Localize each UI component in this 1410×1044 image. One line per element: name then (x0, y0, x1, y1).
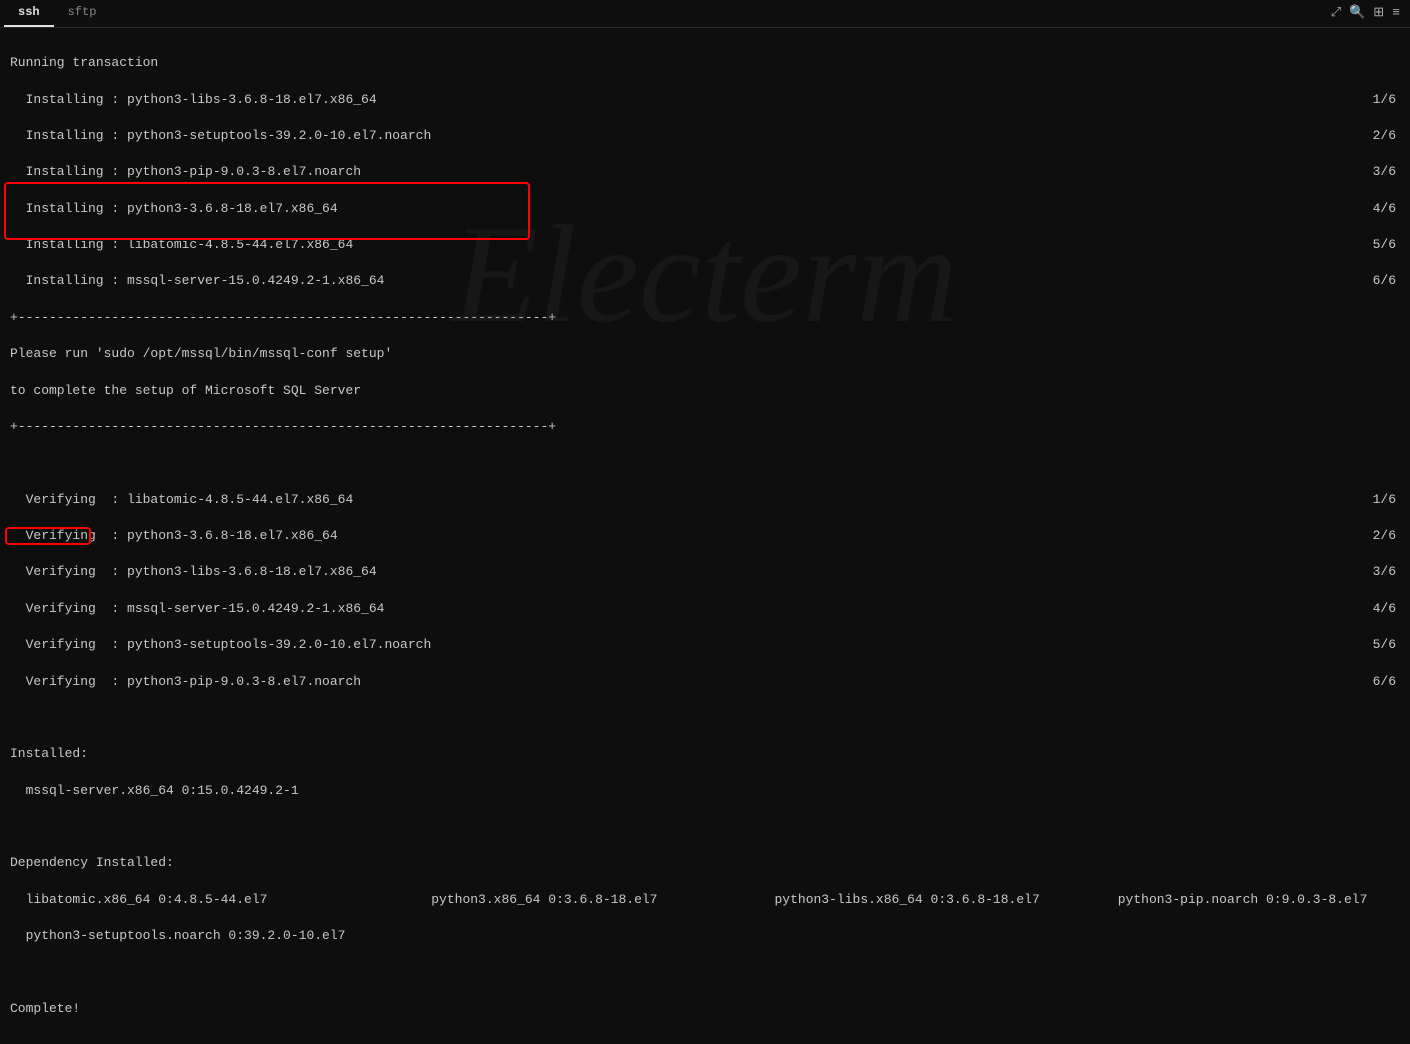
text-line: Running transaction (10, 54, 1400, 72)
tabs: ssh sftp (4, 0, 110, 27)
install-line: Installing : python3-setuptools-39.2.0-1… (10, 127, 1400, 145)
blank-line (10, 709, 1400, 727)
verify-line: Verifying : python3-pip-9.0.3-8.el7.noar… (10, 673, 1400, 691)
rule-line: +---------------------------------------… (10, 418, 1400, 436)
rule-line: +---------------------------------------… (10, 309, 1400, 327)
layout-grid-icon[interactable]: ⊞ (1373, 4, 1384, 22)
install-line: Installing : mssql-server-15.0.4249.2-1.… (10, 272, 1400, 290)
install-line: Installing : python3-3.6.8-18.el7.x86_64… (10, 200, 1400, 218)
install-line: Installing : python3-pip-9.0.3-8.el7.noa… (10, 163, 1400, 181)
blank-line (10, 454, 1400, 472)
tab-sftp[interactable]: sftp (54, 0, 111, 27)
complete-line: Complete! (10, 1000, 1400, 1018)
verify-line: Verifying : mssql-server-15.0.4249.2-1.x… (10, 600, 1400, 618)
tab-bar: ssh sftp ⤢ 🔍 ⊞ ≡ (0, 0, 1410, 28)
blank-line (10, 818, 1400, 836)
fullscreen-icon[interactable]: ⤢ (1331, 4, 1341, 22)
tab-ssh[interactable]: ssh (4, 0, 54, 27)
dep-row: libatomic.x86_64 0:4.8.5-44.el7python3.x… (10, 891, 1400, 909)
layout-rows-icon[interactable]: ≡ (1392, 4, 1400, 22)
installed-pkg: mssql-server.x86_64 0:15.0.4249.2-1 (10, 782, 1400, 800)
notice-line: to complete the setup of Microsoft SQL S… (10, 382, 1400, 400)
notice-line: Please run 'sudo /opt/mssql/bin/mssql-co… (10, 345, 1400, 363)
blank-line (10, 964, 1400, 982)
toolbar-icons: ⤢ 🔍 ⊞ ≡ (1331, 4, 1406, 22)
installed-header: Installed: (10, 745, 1400, 763)
install-line: Installing : libatomic-4.8.5-44.el7.x86_… (10, 236, 1400, 254)
install-line: Installing : python3-libs-3.6.8-18.el7.x… (10, 91, 1400, 109)
verify-line: Verifying : python3-setuptools-39.2.0-10… (10, 636, 1400, 654)
dep-row: python3-setuptools.noarch 0:39.2.0-10.el… (10, 927, 1400, 945)
verify-line: Verifying : libatomic-4.8.5-44.el7.x86_6… (10, 491, 1400, 509)
search-icon[interactable]: 🔍 (1349, 4, 1365, 22)
terminal-output[interactable]: Running transaction Installing : python3… (0, 28, 1410, 1044)
verify-line: Verifying : python3-libs-3.6.8-18.el7.x8… (10, 563, 1400, 581)
dep-header: Dependency Installed: (10, 854, 1400, 872)
verify-line: Verifying : python3-3.6.8-18.el7.x86_642… (10, 527, 1400, 545)
